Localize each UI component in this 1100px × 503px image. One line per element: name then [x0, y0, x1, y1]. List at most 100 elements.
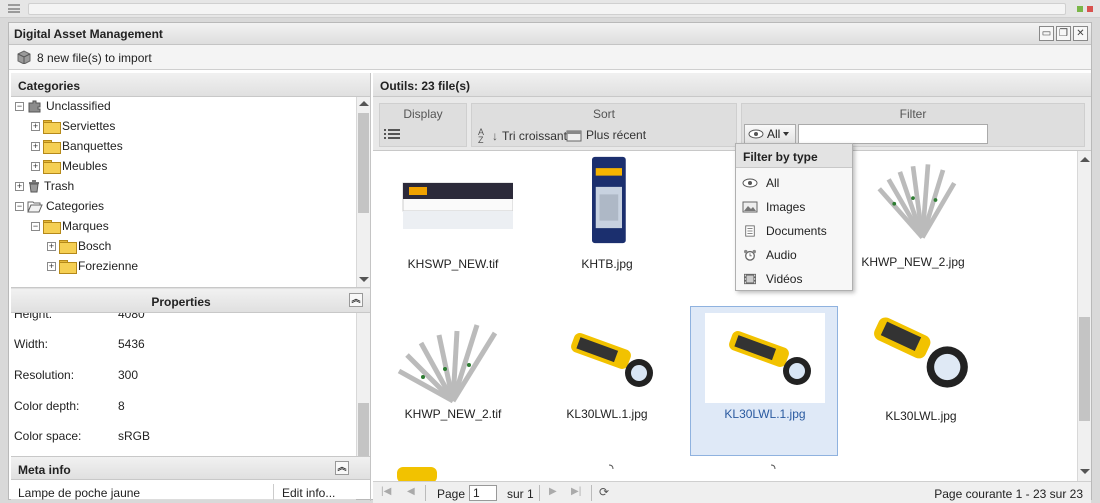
alarm-clock-icon — [744, 249, 756, 261]
trash-icon — [29, 180, 39, 193]
partial-thumbnail — [770, 464, 776, 470]
collapse-toggle[interactable]: − — [31, 221, 40, 231]
scroll-up-icon[interactable] — [1080, 157, 1090, 162]
expand-toggle[interactable]: + — [31, 141, 40, 151]
filter-type-dropdown[interactable]: All — [744, 124, 796, 144]
image-icon — [742, 201, 758, 213]
list-view-icon[interactable] — [384, 128, 400, 141]
properties-title: Properties — [151, 295, 211, 309]
tree-scrollbar[interactable] — [356, 97, 370, 287]
categories-header: Categories — [11, 73, 370, 97]
calendar-sort-icon — [566, 130, 582, 142]
meta-row: Lampe de poche jaune Edit info... — [11, 484, 356, 500]
filter-type-menu: Filter by type All Images Documents Audi… — [735, 143, 853, 291]
filter-option-images[interactable]: Images — [742, 198, 805, 216]
page-input[interactable]: 1 — [469, 485, 497, 501]
dam-window: Digital Asset Management ▭ ❐ ✕ 8 new fil… — [8, 22, 1092, 503]
file-card[interactable]: KL30LWL.1.jpg — [533, 309, 681, 457]
tree-label: Forezienne — [78, 259, 139, 273]
next-page-icon[interactable]: ▶ — [549, 486, 561, 498]
collapse-toggle[interactable]: − — [15, 101, 24, 111]
sort-alpha-button[interactable]: AZ ↓ Tri croissant — [478, 128, 567, 145]
scroll-thumb[interactable] — [1079, 317, 1090, 421]
scroll-up-icon[interactable] — [359, 101, 369, 106]
expand-toggle[interactable]: + — [31, 161, 40, 171]
restore-button[interactable]: ❐ — [1056, 26, 1071, 41]
folder-icon — [43, 220, 61, 234]
collapse-meta-button[interactable]: ︽ — [335, 461, 349, 475]
file-card[interactable]: KL30LWL.jpg — [847, 303, 995, 451]
scroll-down-icon[interactable] — [359, 277, 369, 282]
edit-info-button[interactable]: Edit info... — [282, 486, 335, 500]
folder-icon — [43, 160, 61, 174]
file-thumbnail — [705, 313, 825, 403]
sort-group: Sort AZ ↓ Tri croissant Plus récent — [471, 103, 737, 147]
grid-scrollbar[interactable] — [1077, 151, 1091, 481]
folder-icon — [43, 140, 61, 154]
file-card[interactable]: KHSWP_NEW.tif — [379, 157, 527, 305]
refresh-icon[interactable]: ⟳ — [599, 486, 611, 498]
file-thumbnail — [877, 164, 957, 240]
prop-height: Height: 4080 — [14, 313, 145, 321]
filter-option-audio[interactable]: Audio — [742, 246, 797, 264]
import-text: 8 new file(s) to import — [37, 51, 152, 65]
expand-toggle[interactable]: + — [31, 121, 40, 131]
left-panel: Categories − Unclassified + Serviettes +… — [11, 73, 371, 501]
import-bar[interactable]: 8 new file(s) to import — [9, 45, 1091, 70]
close-button[interactable]: ✕ — [1073, 26, 1088, 41]
file-card[interactable]: KHTB.jpg — [533, 151, 681, 299]
collapse-toggle[interactable]: − — [15, 201, 24, 211]
folder-icon — [43, 120, 61, 134]
properties-list: Height: 4080 Width: 5436 Resolution: 300… — [11, 313, 370, 480]
tree-item-banquettes[interactable]: + Banquettes — [31, 137, 123, 155]
filter-label: Filter — [899, 107, 927, 121]
expand-toggle[interactable]: + — [47, 241, 56, 251]
filter-option-videos[interactable]: Vidéos — [742, 270, 802, 288]
prev-page-icon[interactable]: ◀ — [407, 486, 419, 498]
tree-item-bosch[interactable]: + Bosch — [47, 237, 111, 255]
main-panel: Outils: 23 file(s) Display Sort AZ ↓ Tri… — [373, 73, 1091, 503]
tree-item-forezienne[interactable]: + Forezienne — [47, 257, 138, 275]
folder-icon — [59, 260, 77, 274]
meta-info-title: Meta info — [18, 463, 71, 477]
prop-resolution: Resolution: 300 — [14, 368, 139, 382]
tree-item-categories[interactable]: − Categories — [15, 197, 104, 215]
file-thumbnail — [402, 182, 513, 229]
last-page-icon[interactable]: ▶| — [571, 486, 583, 498]
properties-scrollbar[interactable] — [356, 313, 370, 480]
scroll-thumb[interactable] — [358, 113, 369, 213]
file-card[interactable]: KHWP_NEW_2.tif — [379, 309, 527, 457]
filter-input[interactable] — [798, 124, 988, 144]
file-card-selected[interactable]: KL30LWL.1.jpg — [690, 306, 838, 456]
filter-option-all[interactable]: All — [742, 174, 779, 192]
menu-icon[interactable] — [8, 4, 20, 13]
file-thumbnail — [397, 324, 498, 404]
sort-arrow-icon: ↓ — [492, 129, 498, 143]
category-tree: − Unclassified + Serviettes + Banquettes… — [11, 97, 370, 287]
filter-option-documents[interactable]: Documents — [742, 222, 827, 240]
sort-recent-button[interactable]: Plus récent — [566, 128, 646, 142]
address-bar[interactable] — [28, 3, 1066, 15]
tree-item-trash[interactable]: + Trash — [15, 177, 74, 195]
minimize-button[interactable]: ▭ — [1039, 26, 1054, 41]
first-page-icon[interactable]: |◀ — [381, 486, 393, 498]
page-label: Page — [437, 487, 466, 501]
file-grid: KHSWP_NEW.tif KHTB.jpg KHWP_NEW_2.jpg KH… — [373, 151, 1091, 481]
puzzle-icon — [28, 100, 41, 113]
expand-toggle[interactable]: + — [47, 261, 56, 271]
file-card[interactable]: KHWP_NEW_2.jpg — [839, 151, 987, 299]
tree-label: Marques — [62, 219, 109, 233]
collapse-properties-button[interactable]: ︽ — [349, 293, 363, 307]
open-folder-icon — [27, 201, 43, 212]
tree-item-unclassified[interactable]: − Unclassified — [15, 97, 111, 115]
tree-item-meubles[interactable]: + Meubles — [31, 157, 107, 175]
browser-strip — [0, 0, 1100, 18]
prop-color-depth: Color depth: 8 — [14, 399, 125, 413]
prop-color-space: Color space: sRGB — [14, 429, 151, 443]
tree-item-marques[interactable]: − Marques — [31, 217, 109, 235]
tree-label: Meubles — [62, 159, 108, 173]
expand-toggle[interactable]: + — [15, 181, 24, 191]
scroll-down-icon[interactable] — [1080, 469, 1090, 474]
files-header: Outils: 23 file(s) — [373, 73, 1091, 97]
tree-item-serviettes[interactable]: + Serviettes — [31, 117, 115, 135]
